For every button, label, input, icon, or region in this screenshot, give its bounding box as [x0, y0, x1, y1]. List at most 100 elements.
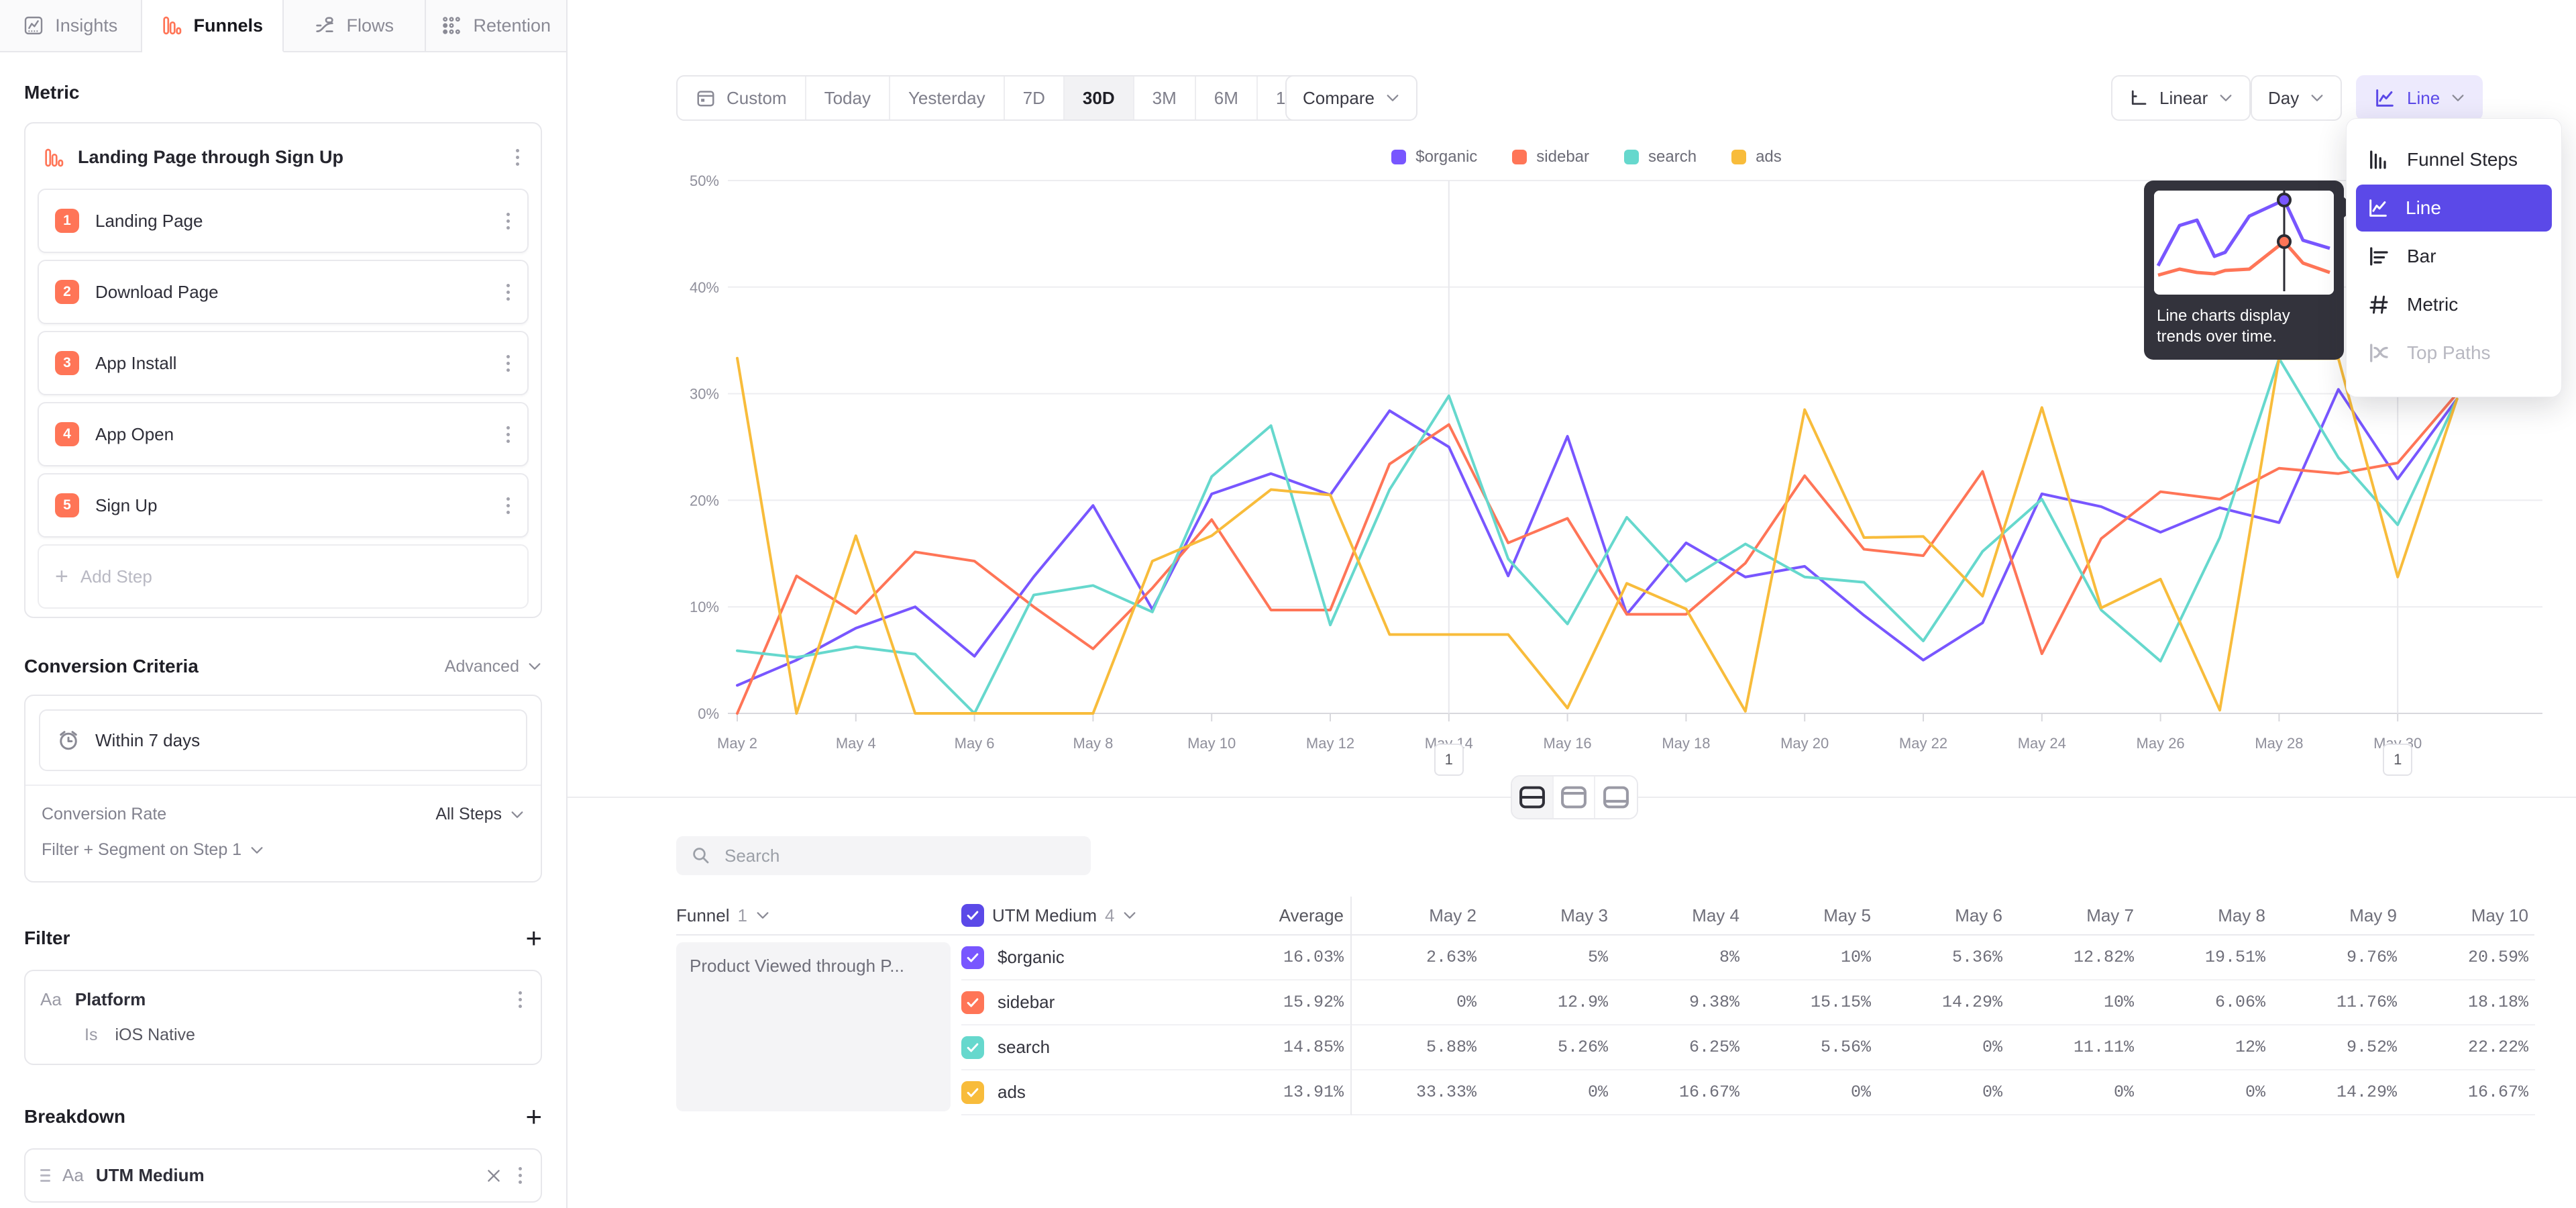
range-today[interactable]: Today [806, 77, 890, 119]
svg-text:May 8: May 8 [1073, 735, 1113, 752]
chart-type-dropdown-button[interactable]: Line [2356, 75, 2483, 121]
range-6m[interactable]: 6M [1196, 77, 1258, 119]
step-label: Download Page [95, 282, 486, 303]
filter-segment-dropdown[interactable]: Filter + Segment on Step 1 [42, 840, 525, 860]
line-chart-tooltip: Line charts display trends over time. [2144, 181, 2344, 360]
step-kebab-icon[interactable] [502, 209, 514, 234]
conversion-rate-steps-dropdown[interactable]: All Steps [435, 805, 525, 824]
annotation-badge[interactable]: 1 [2383, 744, 2412, 776]
menu-item-funnel-steps[interactable]: Funnel Steps [2356, 136, 2552, 183]
annotation-badge[interactable]: 1 [1434, 744, 1464, 776]
search-input[interactable] [724, 846, 1076, 866]
tab-flows[interactable]: Flows [284, 0, 426, 52]
date-column-header[interactable]: May 3 [1483, 905, 1615, 926]
date-column-header[interactable]: May 5 [1746, 905, 1878, 926]
average-value-cell: 16.03% [1160, 936, 1352, 980]
funnel-step-2[interactable]: 2 Download Page [38, 260, 529, 324]
add-step-button[interactable]: + Add Step [38, 544, 529, 609]
table-header-row: Funnel1 UTM Medium4 AverageMay 2May 3May… [676, 897, 2534, 936]
layout-table-only-button[interactable] [1595, 776, 1637, 818]
date-column-header[interactable]: May 9 [2272, 905, 2404, 926]
layout-split-view-button[interactable] [1512, 776, 1554, 818]
step-label: Landing Page [95, 211, 486, 232]
breakdown-column-dropdown[interactable]: UTM Medium4 [961, 904, 1160, 927]
funnel-step-5[interactable]: 5 Sign Up [38, 473, 529, 538]
menu-item-line[interactable]: Line [2356, 185, 2552, 232]
series-checkbox[interactable] [961, 1081, 984, 1104]
funnel-kebab-icon[interactable] [512, 145, 523, 170]
table-body: Product Viewed through P... $organic16.0… [676, 936, 2534, 1115]
flows-icon [314, 15, 335, 36]
range-custom[interactable]: Custom [678, 77, 806, 119]
svg-text:May 26: May 26 [2137, 735, 2185, 752]
funnel-name-cell[interactable]: Product Viewed through P... [676, 942, 951, 1111]
series-line-organic [737, 389, 2457, 685]
chevron-down-icon [510, 807, 525, 822]
svg-text:May 6: May 6 [955, 735, 995, 752]
remove-breakdown-icon[interactable] [485, 1167, 502, 1185]
chevron-down-icon [755, 908, 770, 923]
filter-card[interactable]: Aa Platform Is iOS Native [24, 970, 542, 1065]
menu-item-metric[interactable]: Metric [2356, 281, 2552, 328]
granularity-dropdown-button[interactable]: Day [2251, 75, 2342, 121]
step-kebab-icon[interactable] [502, 493, 514, 518]
filter-heading: Filter [24, 927, 70, 949]
funnel-metric-card: Landing Page through Sign Up 1 Landing P… [24, 122, 542, 618]
range-7d[interactable]: 7D [1005, 77, 1065, 119]
date-column-header[interactable]: May 10 [2404, 905, 2535, 926]
series-checkbox[interactable] [961, 1036, 984, 1059]
funnel-column-dropdown[interactable]: Funnel1 [676, 905, 961, 926]
date-column-header[interactable]: May 2 [1352, 905, 1483, 926]
compare-button[interactable]: Compare [1285, 75, 1417, 121]
svg-text:May 20: May 20 [1780, 735, 1829, 752]
scale-dropdown-button[interactable]: Linear [2111, 75, 2251, 121]
conversion-window-selector[interactable]: Within 7 days [39, 709, 527, 771]
step-number-badge: 3 [55, 351, 79, 375]
conversion-criteria-heading: Conversion Criteria [24, 656, 199, 677]
step-label: App Open [95, 424, 486, 445]
add-breakdown-button[interactable]: + [525, 1103, 542, 1131]
advanced-dropdown[interactable]: Advanced [445, 657, 542, 676]
series-checkbox[interactable] [961, 991, 984, 1014]
breakdown-kebab-icon[interactable] [515, 1163, 526, 1188]
table-row-sidebar: sidebar [961, 980, 1160, 1025]
date-column-header[interactable]: May 7 [2009, 905, 2141, 926]
step-kebab-icon[interactable] [502, 280, 514, 305]
filter-operator[interactable]: Is [85, 1025, 97, 1045]
filter-value[interactable]: iOS Native [115, 1025, 195, 1045]
layout-chart-only-button[interactable] [1554, 776, 1595, 818]
tab-retention[interactable]: Retention [426, 0, 568, 52]
add-filter-button[interactable]: + [525, 924, 542, 952]
table-search-box[interactable] [676, 836, 1091, 875]
funnel-steps-list: 1 Landing Page 2 Download Page 3 App Ins… [38, 189, 529, 538]
funnel-step-1[interactable]: 1 Landing Page [38, 189, 529, 253]
funnel-step-4[interactable]: 4 App Open [38, 402, 529, 466]
date-column-header[interactable]: May 8 [2141, 905, 2272, 926]
step-kebab-icon[interactable] [502, 351, 514, 376]
select-all-checkbox[interactable] [961, 904, 984, 927]
date-column-header[interactable]: May 6 [1878, 905, 2009, 926]
svg-text:May 2: May 2 [717, 735, 757, 752]
filter-kebab-icon[interactable] [515, 987, 526, 1012]
value-cell: 2.63% [1352, 936, 1483, 980]
average-column-header[interactable]: Average [1160, 897, 1352, 934]
tab-funnels[interactable]: Funnels [142, 0, 284, 52]
svg-text:May 22: May 22 [1899, 735, 1947, 752]
range-yesterday[interactable]: Yesterday [890, 77, 1005, 119]
svg-text:May 18: May 18 [1662, 735, 1710, 752]
step-kebab-icon[interactable] [502, 422, 514, 447]
funnels-icon [161, 15, 182, 36]
value-cell: 0% [1483, 1070, 1615, 1115]
date-column-header[interactable]: May 4 [1615, 905, 1746, 926]
value-cell: 5.88% [1352, 1025, 1483, 1070]
breakdown-card[interactable]: Aa UTM Medium [24, 1148, 542, 1203]
funnel-step-3[interactable]: 3 App Install [38, 331, 529, 395]
series-checkbox[interactable] [961, 946, 984, 969]
range-30d[interactable]: 30D [1065, 77, 1134, 119]
range-3m[interactable]: 3M [1134, 77, 1196, 119]
tab-insights[interactable]: Insights [0, 0, 142, 52]
menu-item-bar[interactable]: Bar [2356, 233, 2552, 280]
drag-handle-icon[interactable] [40, 1169, 50, 1182]
metric-heading: Metric [24, 82, 542, 103]
chart-type-menu: Funnel StepsLineBarMetricTop Paths [2346, 118, 2562, 397]
